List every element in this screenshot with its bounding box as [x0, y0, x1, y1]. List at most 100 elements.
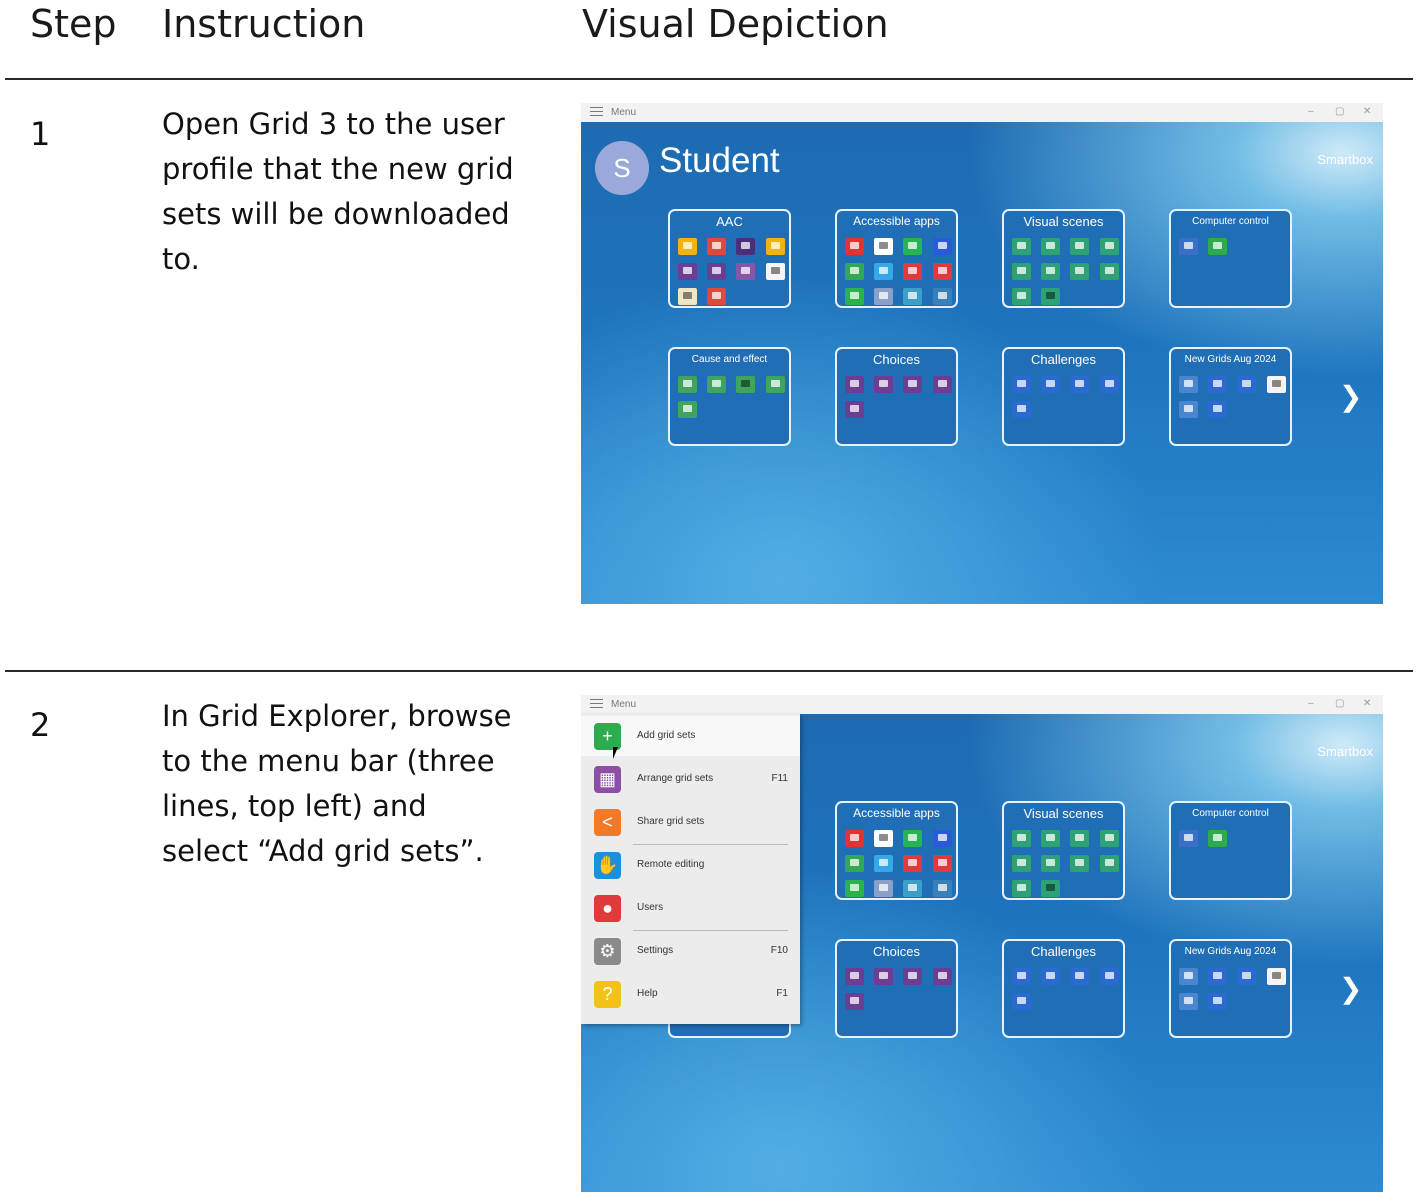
app-icon: [845, 401, 864, 418]
grid-tile-new-grids[interactable]: New Grids Aug 2024: [1169, 939, 1292, 1038]
header-rule: [5, 78, 1413, 80]
mouse-pointer-icon: [613, 747, 618, 759]
spotify-icon: [903, 238, 922, 255]
browser-icon: [874, 880, 893, 897]
chevron-right-icon[interactable]: ❯: [1339, 380, 1362, 413]
header-visual: Visual Depiction: [582, 2, 889, 46]
grid-tile-cause-effect[interactable]: Cause and effect: [668, 347, 791, 446]
menu-item-shortcut: F1: [776, 988, 788, 999]
close-icon[interactable]: ✕: [1363, 698, 1371, 709]
chevron-right-icon[interactable]: ❯: [1339, 972, 1362, 1005]
menu-item-label: Add grid sets: [637, 730, 696, 741]
app-icon: [874, 376, 893, 393]
app-icon: [1012, 401, 1031, 418]
computer-icon: [1208, 830, 1227, 847]
app-icon: [707, 376, 726, 393]
menu-label[interactable]: Menu: [611, 107, 636, 118]
screenshot-profile: Menu – ▢ ✕ S Student Smartbox AAC Access…: [581, 103, 1383, 604]
header-instruction: Instruction: [162, 2, 366, 46]
app-icon: [736, 263, 755, 280]
grid-tile-choices[interactable]: Choices: [835, 347, 958, 446]
app-icon: [903, 968, 922, 985]
grid-tile-challenges[interactable]: Challenges: [1002, 939, 1125, 1038]
grid-tile-new-grids[interactable]: New Grids Aug 2024: [1169, 347, 1292, 446]
restore-icon[interactable]: ▢: [1335, 106, 1344, 117]
browser-icon: [874, 288, 893, 305]
tile-title: Challenges: [1030, 944, 1097, 959]
tile-title: AAC: [716, 214, 743, 229]
app-icon: [1267, 968, 1286, 985]
youtube-icon: [874, 830, 893, 847]
phone-icon: [933, 855, 952, 872]
grid-tile-aac[interactable]: AAC: [668, 209, 791, 308]
title-bar: Menu – ▢ ✕: [581, 103, 1383, 122]
app-icon: [1012, 968, 1031, 985]
grid-tile-computer-control[interactable]: Computer control: [1169, 801, 1292, 900]
youtube-icon: [874, 238, 893, 255]
grid-tile-visual-scenes[interactable]: Visual scenes: [1002, 209, 1125, 308]
tile-title: Accessible apps: [853, 214, 940, 228]
computer-icon: [1208, 238, 1227, 255]
menu-item-shortcut: F10: [770, 945, 788, 956]
tile-title: Accessible apps: [853, 806, 940, 820]
share-icon: <: [594, 809, 621, 836]
tile-title: Challenges: [1030, 352, 1097, 367]
user-icon: ●: [594, 895, 621, 922]
message-icon: [874, 263, 893, 280]
restore-icon[interactable]: ▢: [1335, 698, 1344, 709]
camera-icon: [933, 288, 952, 305]
grid-tile-visual-scenes[interactable]: Visual scenes: [1002, 801, 1125, 900]
app-icon: [1041, 880, 1060, 897]
app-icon: [1012, 880, 1031, 897]
menu-item-remote-editing[interactable]: ✋ Remote editing: [581, 845, 800, 885]
menu-item-arrange-grid-sets[interactable]: ▦ Arrange grid sets F11: [581, 759, 800, 799]
app-icon: [1041, 238, 1060, 255]
avatar[interactable]: S: [595, 141, 649, 195]
facebook-icon: [933, 830, 952, 847]
grid-tile-accessible-apps[interactable]: Accessible apps: [835, 801, 958, 900]
menu-icon[interactable]: [590, 699, 603, 709]
grid-tile-choices[interactable]: Choices: [835, 939, 958, 1038]
menu-label[interactable]: Menu: [611, 699, 636, 710]
message-icon: [874, 855, 893, 872]
app-icon: [1041, 968, 1060, 985]
app-icon: [933, 968, 952, 985]
spotify-icon: [903, 830, 922, 847]
grid-tile-accessible-apps[interactable]: Accessible apps: [835, 209, 958, 308]
menu-item-settings[interactable]: ⚙ Settings F10: [581, 931, 800, 971]
menu-item-share-grid-sets[interactable]: < Share grid sets: [581, 802, 800, 842]
mouse-icon: [1179, 830, 1198, 847]
close-icon[interactable]: ✕: [1363, 106, 1371, 117]
grid-tile-computer-control[interactable]: Computer control: [1169, 209, 1292, 308]
tile-title: Computer control: [1192, 216, 1269, 227]
instruction-1: Open Grid 3 to the user profile that the…: [162, 107, 514, 276]
whatsapp-icon: [845, 288, 864, 305]
tile-title: Choices: [873, 944, 920, 959]
app-icon: [766, 263, 785, 280]
phone-icon: [903, 855, 922, 872]
minimize-icon[interactable]: –: [1308, 698, 1314, 709]
app-icon: [766, 238, 785, 255]
grid-tile-challenges[interactable]: Challenges: [1002, 347, 1125, 446]
app-icon: [1041, 263, 1060, 280]
facebook-icon: [933, 238, 952, 255]
menu-icon[interactable]: [590, 107, 603, 117]
app-icon: [874, 968, 893, 985]
app-icon: [1070, 855, 1089, 872]
menu-item-users[interactable]: ● Users: [581, 888, 800, 928]
app-icon: [1208, 401, 1227, 418]
app-icon: [845, 376, 864, 393]
app-icon: [736, 376, 755, 393]
brand-logo: Smartbox: [1317, 152, 1373, 167]
app-icon: [1237, 968, 1256, 985]
title-bar: Menu – ▢ ✕: [581, 695, 1383, 714]
instruction-2: In Grid Explorer, browse to the menu bar…: [162, 699, 512, 868]
menu-item-help[interactable]: ? Help F1: [581, 974, 800, 1014]
app-icon: [1070, 376, 1089, 393]
minimize-icon[interactable]: –: [1308, 106, 1314, 117]
tile-title: New Grids Aug 2024: [1184, 946, 1277, 957]
app-icon: [678, 238, 697, 255]
youtube-icon: [845, 830, 864, 847]
app-icon: [1012, 376, 1031, 393]
plus-icon: +: [594, 723, 621, 750]
